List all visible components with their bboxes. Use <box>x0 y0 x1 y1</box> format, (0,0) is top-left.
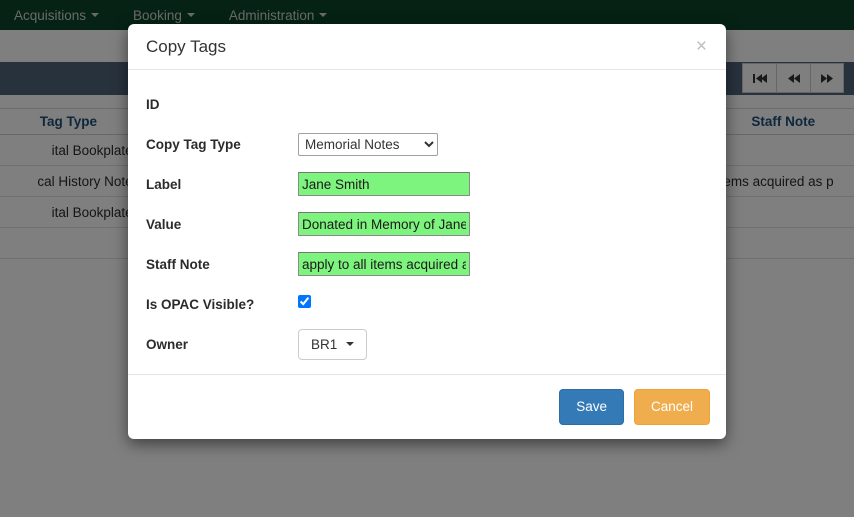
modal-body: ID Copy Tag Type Memorial Notes Label Va… <box>128 70 726 374</box>
app-root: Acquisitions Booking Administration <box>0 0 854 517</box>
label-is-opac-visible: Is OPAC Visible? <box>146 296 255 312</box>
modal-header: Copy Tags × <box>128 24 726 70</box>
label-label: Label <box>146 176 182 192</box>
form-row-label: Label <box>146 164 708 204</box>
label-id: ID <box>146 96 160 112</box>
cancel-button[interactable]: Cancel <box>633 389 710 426</box>
label-owner: Owner <box>146 336 189 352</box>
form-row-staff-note: Staff Note <box>146 244 708 284</box>
copy-tag-type-select[interactable]: Memorial Notes <box>298 132 438 156</box>
form-row-copy-tag-type: Copy Tag Type Memorial Notes <box>146 124 708 164</box>
is-opac-visible-checkbox[interactable] <box>298 295 311 308</box>
save-button[interactable]: Save <box>559 389 624 426</box>
label-copy-tag-type: Copy Tag Type <box>146 136 241 152</box>
modal-footer: Save Cancel <box>128 374 726 439</box>
form-row-id: ID <box>146 84 708 124</box>
form-row-is-opac-visible: Is OPAC Visible? <box>146 284 708 324</box>
chevron-down-icon <box>346 342 355 346</box>
label-staff-note: Staff Note <box>146 256 210 272</box>
modal-title: Copy Tags <box>146 37 227 56</box>
owner-dropdown-value: BR1 <box>311 336 338 352</box>
form-row-value: Value <box>146 204 708 244</box>
value-input[interactable] <box>298 212 470 236</box>
staff-note-input[interactable] <box>298 252 470 276</box>
copy-tags-modal: Copy Tags × ID Copy Tag Type Memorial No… <box>128 24 726 440</box>
close-icon[interactable]: × <box>691 35 712 58</box>
form-row-owner: Owner BR1 <box>146 324 708 364</box>
label-input[interactable] <box>298 172 470 196</box>
label-value: Value <box>146 216 182 232</box>
owner-dropdown-button[interactable]: BR1 <box>298 328 368 360</box>
